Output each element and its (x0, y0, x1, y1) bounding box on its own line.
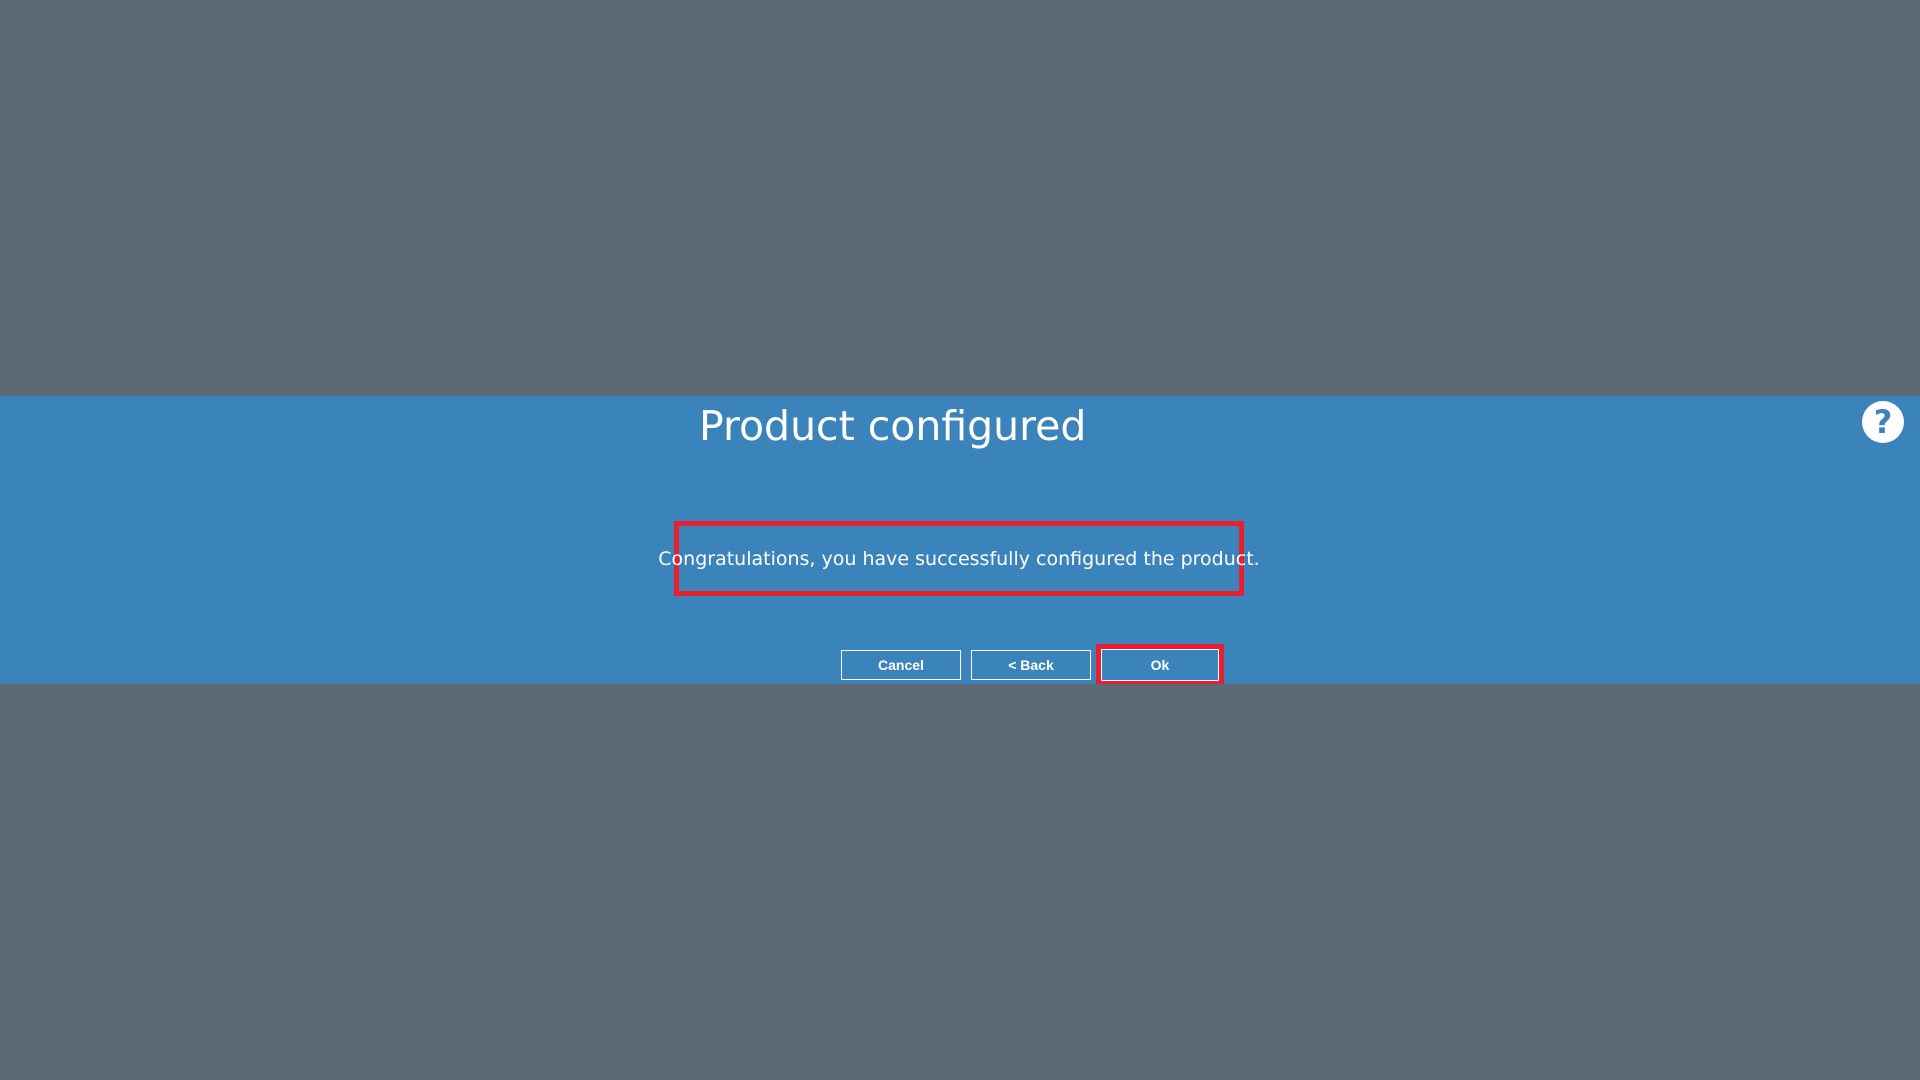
page-title: Product configured (699, 402, 1087, 450)
ok-button[interactable]: Ok (1101, 649, 1219, 681)
message-highlight-box: Congratulations, you have successfully c… (658, 521, 1260, 596)
question-circle-icon: ? (1873, 403, 1893, 441)
backdrop-top (0, 0, 1920, 396)
success-message: Congratulations, you have successfully c… (658, 547, 1260, 570)
cancel-button[interactable]: Cancel (841, 650, 961, 680)
help-button[interactable]: ? (1862, 401, 1904, 443)
back-button[interactable]: < Back (971, 650, 1091, 680)
backdrop-bottom (0, 684, 1920, 1080)
